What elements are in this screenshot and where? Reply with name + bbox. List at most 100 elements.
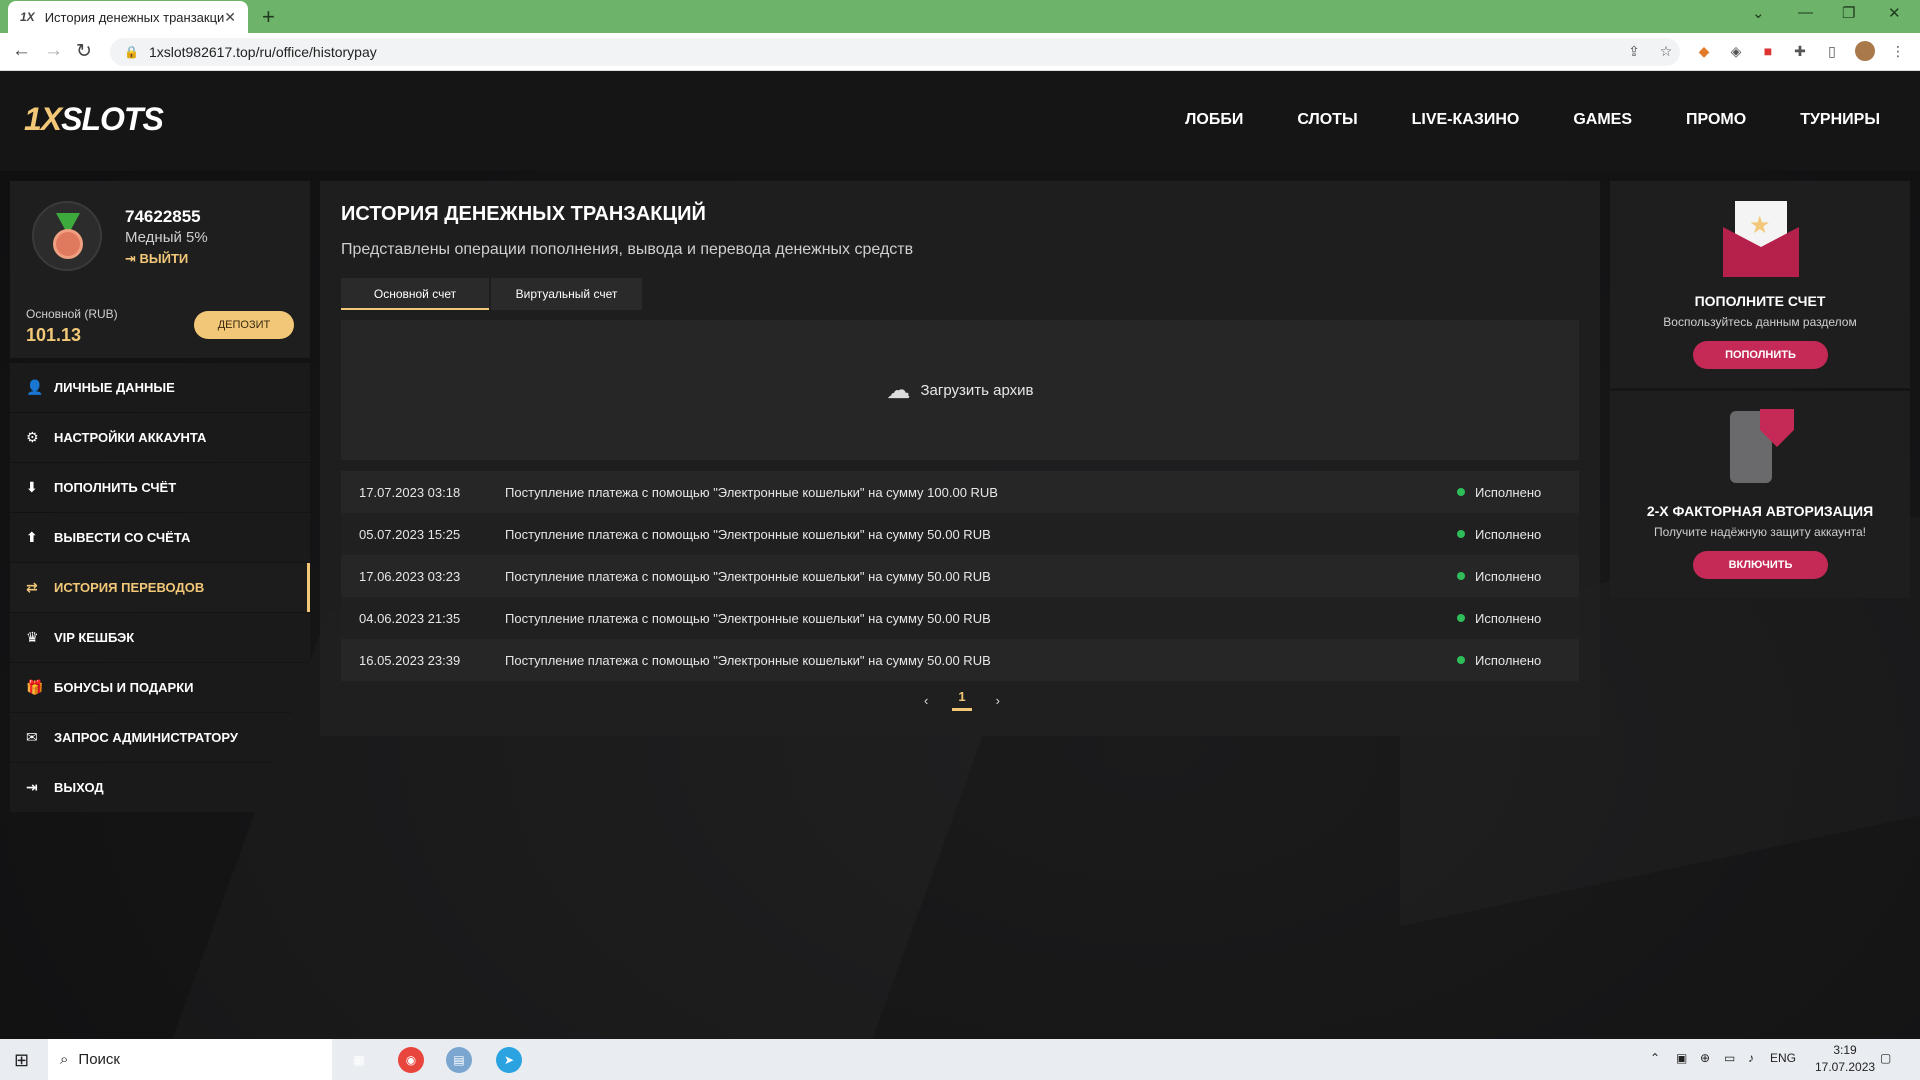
restore-icon[interactable]: ❐ (1842, 4, 1855, 22)
menu-item-label: ВЫВЕСТИ СО СЧЁТА (54, 530, 191, 545)
menu-item-transfer-history[interactable]: ⇄ ИСТОРИЯ ПЕРЕВОДОВ (10, 563, 310, 612)
reload-icon[interactable]: ↻ (76, 40, 92, 63)
row-status: Исполнено (1457, 569, 1579, 584)
chevron-right-icon[interactable]: › (996, 693, 1000, 708)
row-date: 17.07.2023 03:18 (359, 484, 461, 500)
user-id: 74622855 (125, 207, 201, 226)
upload-icon: ⬆ (26, 529, 38, 545)
row-description: Поступление платежа с помощью "Электронн… (505, 484, 998, 500)
taskbar-search[interactable]: ⌕ Поиск (48, 1039, 332, 1080)
new-tab-icon[interactable]: + (262, 4, 275, 30)
bookmark-star-icon[interactable]: ☆ (1656, 41, 1676, 61)
nav-games[interactable]: GAMES (1573, 111, 1632, 129)
menu-kebab-icon[interactable]: ⋮ (1888, 41, 1908, 61)
menu-item-label: VIP КЕШБЭК (54, 630, 135, 645)
language-indicator[interactable]: ENG (1770, 1051, 1796, 1065)
menu-item-exit[interactable]: ⇥ ВЫХОД (10, 763, 310, 812)
page-number[interactable]: 1 (952, 689, 972, 711)
logout-icon: ⇥ (125, 251, 140, 266)
crown-icon: ♛ (26, 629, 39, 645)
telegram-icon[interactable]: ➤ (496, 1047, 522, 1073)
camera-extension-icon[interactable]: ■ (1758, 41, 1778, 61)
top-up-button[interactable]: ПОПОЛНИТЬ (1693, 341, 1828, 369)
menu-item-label: НАСТРОЙКИ АККАУНТА (54, 430, 207, 445)
avatar[interactable] (1855, 41, 1875, 61)
page-subtitle: Представлены операции пополнения, вывода… (341, 241, 914, 258)
status-label: Исполнено (1475, 568, 1542, 584)
table-row: 17.07.2023 03:18 Поступление платежа с п… (341, 471, 1579, 513)
menu-item-account-settings[interactable]: ⚙ НАСТРОЙКИ АККАУНТА (10, 413, 310, 462)
minimize-icon[interactable]: — (1798, 4, 1813, 21)
notifications-icon[interactable]: ▢ (1880, 1051, 1891, 1065)
nav-tournaments[interactable]: ТУРНИРЫ (1800, 111, 1880, 129)
tray-chevron-icon[interactable]: ⌃ (1650, 1051, 1660, 1065)
tab-virtual-account[interactable]: Виртуальный счет (491, 278, 642, 310)
search-placeholder: Поиск (78, 1051, 120, 1068)
clock-date: 17.07.2023 (1815, 1060, 1876, 1074)
metamask-icon[interactable]: ◆ (1694, 41, 1714, 61)
nav-slots[interactable]: СЛОТЫ (1297, 111, 1357, 129)
menu-item-vip-cashback[interactable]: ♛ VIP КЕШБЭК (10, 613, 310, 662)
tray-device-icon[interactable]: ▣ (1676, 1051, 1687, 1065)
twofa-promo-card: 2-Х ФАКТОРНАЯ АВТОРИЗАЦИЯ Получите надёж… (1610, 391, 1910, 598)
tab-main-account[interactable]: Основной счет (341, 278, 489, 310)
table-row: 04.06.2023 21:35 Поступление платежа с п… (341, 597, 1579, 639)
chevron-left-icon[interactable]: ‹ (924, 693, 928, 708)
chrome-icon[interactable]: ◉ (398, 1047, 424, 1073)
medal-icon (32, 201, 102, 271)
exit-icon: ⇥ (26, 779, 38, 795)
sidepanel-icon[interactable]: ▯ (1822, 41, 1842, 61)
transfer-icon: ⇄ (26, 579, 38, 595)
row-description: Поступление платежа с помощью "Электронн… (505, 652, 991, 668)
shield-extension-icon[interactable]: ◈ (1726, 41, 1746, 61)
logo-suffix: SLOTS (61, 101, 164, 137)
share-icon[interactable]: ⇪ (1624, 41, 1644, 61)
windows-start-icon[interactable]: ⊞ (14, 1050, 29, 1071)
deposit-card-desc: Воспользуйтесь данным разделом (1663, 315, 1857, 329)
menu-item-admin-request[interactable]: ✉ ЗАПРОС АДМИНИСТРАТОРУ (10, 713, 310, 762)
menu-item-deposit[interactable]: ⬇ ПОПОЛНИТЬ СЧЁТ (10, 463, 310, 512)
nav-lobby[interactable]: ЛОББИ (1185, 111, 1243, 129)
table-row: 05.07.2023 15:25 Поступление платежа с п… (341, 513, 1579, 555)
menu-item-withdraw[interactable]: ⬆ ВЫВЕСТИ СО СЧЁТА (10, 513, 310, 562)
row-date: 16.05.2023 23:39 (359, 652, 461, 668)
nav-live-casino[interactable]: LIVE-КАЗИНО (1412, 111, 1520, 129)
status-label: Исполнено (1475, 484, 1542, 500)
search-icon: ⌕ (60, 1051, 69, 1068)
close-window-icon[interactable]: ✕ (1888, 4, 1901, 22)
transactions-list: 17.07.2023 03:18 Поступление платежа с п… (341, 471, 1579, 681)
download-archive-button[interactable]: ☁ Загрузить архив (341, 320, 1579, 460)
nav-promo[interactable]: ПРОМО (1686, 111, 1746, 129)
forward-icon[interactable]: → (44, 40, 63, 62)
enable-2fa-button[interactable]: ВКЛЮЧИТЬ (1693, 551, 1828, 579)
menu-item-personal-data[interactable]: 👤 ЛИЧНЫЕ ДАННЫЕ (10, 363, 310, 412)
back-icon[interactable]: ← (12, 40, 31, 62)
puzzle-icon[interactable]: ✚ (1790, 41, 1810, 61)
main-nav: ЛОББИ СЛОТЫ LIVE-КАЗИНО GAMES ПРОМО ТУРН… (1185, 111, 1880, 129)
tray-display-icon[interactable]: ▭ (1724, 1051, 1735, 1065)
menu-item-label: ВЫХОД (54, 780, 104, 795)
row-date: 17.06.2023 03:23 (359, 568, 461, 584)
site-logo[interactable]: 1XSLOTS (24, 101, 164, 138)
logout-link[interactable]: ⇥ ВЫЙТИ (125, 251, 188, 267)
tab-search-icon[interactable]: ⌄ (1752, 4, 1765, 22)
taskbar-clock[interactable]: 3:19 17.07.2023 (1815, 1042, 1875, 1076)
browser-tab[interactable]: 1X История денежных транзакций ✕ (8, 1, 248, 33)
tray-volume-icon[interactable]: ♪ (1748, 1051, 1754, 1065)
address-bar[interactable]: 🔒 1xslot982617.top/ru/office/historypay (110, 38, 1680, 66)
app-icon[interactable]: ▤ (446, 1047, 472, 1073)
clock-time: 3:19 (1833, 1043, 1857, 1057)
twofa-card-desc: Получите надёжную защиту аккаунта! (1653, 525, 1866, 539)
pagination: ‹ 1 › (924, 689, 1000, 711)
close-tab-icon[interactable]: ✕ (224, 9, 236, 26)
menu-item-label: БОНУСЫ И ПОДАРКИ (54, 680, 194, 695)
logo-prefix: 1X (24, 101, 62, 137)
status-label: Исполнено (1475, 526, 1542, 542)
menu-item-label: ИСТОРИЯ ПЕРЕВОДОВ (54, 580, 205, 595)
tray-network-icon[interactable]: ⊕ (1700, 1051, 1710, 1065)
deposit-button[interactable]: ДЕПОЗИТ (194, 311, 294, 339)
menu-item-label: ЛИЧНЫЕ ДАННЫЕ (54, 380, 175, 395)
task-view-icon[interactable]: ▦ (346, 1047, 372, 1073)
windows-taskbar: ⊞ ⌕ Поиск ▦ ◉ ▤ ➤ ⌃ ▣ ⊕ ▭ ♪ ENG 3:19 17.… (0, 1039, 1920, 1080)
menu-item-bonuses[interactable]: 🎁 БОНУСЫ И ПОДАРКИ (10, 663, 310, 712)
